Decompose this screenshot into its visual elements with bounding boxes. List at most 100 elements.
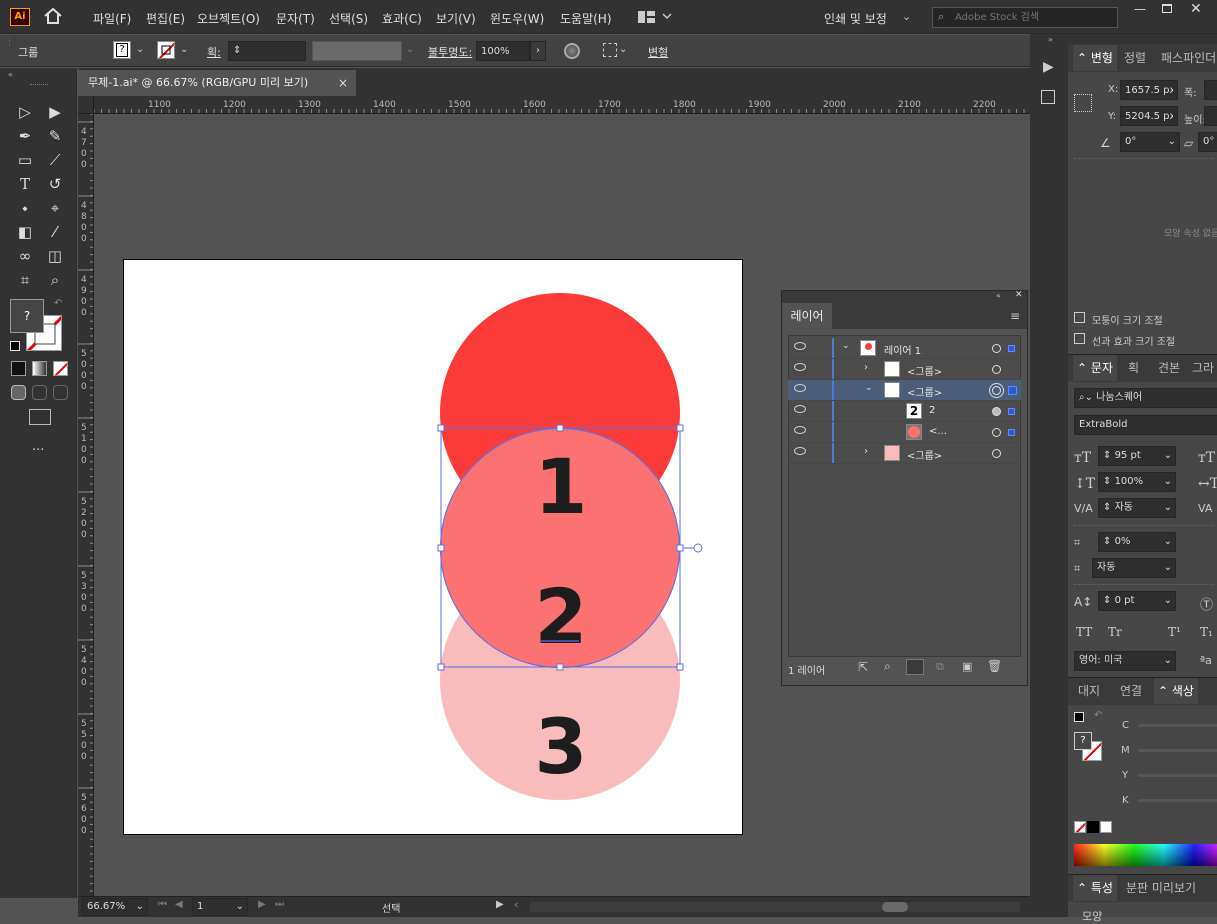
none-swatch[interactable] (1074, 821, 1086, 833)
maximize-icon[interactable] (1162, 4, 1172, 13)
chevron-right-icon[interactable]: › (864, 446, 868, 457)
target-icon[interactable] (992, 449, 1001, 458)
chevron-right-icon[interactable]: › (864, 362, 868, 373)
visibility-eye-icon[interactable] (794, 405, 806, 413)
selection-indicator[interactable] (1008, 345, 1015, 352)
tab-artboards[interactable]: 대지 (1078, 678, 1100, 704)
close-icon[interactable]: ✕ (1015, 290, 1023, 300)
color-spectrum[interactable] (1074, 844, 1217, 866)
collapse-icon[interactable]: » (1048, 35, 1053, 44)
cyan-slider[interactable] (1138, 724, 1217, 727)
tab-separations-preview[interactable]: 분판 미리보기 (1126, 875, 1196, 901)
layer-name[interactable]: <그룹> (907, 384, 942, 399)
layer-row-selected[interactable]: ⌄ <그룹> (788, 380, 1021, 401)
locate-object-icon[interactable]: ⌕ (884, 659, 891, 674)
x-input[interactable] (1120, 80, 1178, 100)
artboard-number-select[interactable]: 1 ⌄ (192, 898, 248, 916)
layer-row[interactable]: 2 2 (788, 401, 1021, 422)
all-caps-button[interactable]: TT (1076, 625, 1092, 639)
panel-menu-icon[interactable]: ≡ (1010, 309, 1020, 323)
default-colors-icon[interactable] (1074, 712, 1084, 722)
rotate-angle-select[interactable]: 0° ⌄ (1120, 132, 1180, 152)
small-caps-button[interactable]: Tr (1108, 625, 1122, 639)
close-window-icon[interactable]: ✕ (1190, 1, 1202, 17)
font-family-select[interactable]: ⌕⌄ 나눔스퀘어 (1074, 388, 1217, 408)
minimize-icon[interactable]: — (1134, 2, 1146, 16)
subscript-button[interactable]: T₁ (1200, 625, 1213, 639)
tab-align[interactable]: 정렬 (1124, 45, 1146, 71)
selection-indicator[interactable] (1008, 408, 1015, 415)
black-swatch[interactable] (1087, 821, 1099, 833)
circle-2-label[interactable]: 2 (535, 572, 588, 661)
circle-3-label[interactable]: 3 (535, 702, 588, 791)
language-select[interactable]: 영어: 미국 ⌄ (1074, 651, 1176, 671)
selection-indicator[interactable] (1008, 429, 1015, 436)
chevron-down-icon[interactable]: ⌄ (865, 383, 873, 393)
font-size-input[interactable]: ⇕ 95 pt ⌄ (1098, 446, 1176, 466)
target-icon[interactable] (992, 428, 1001, 437)
target-icon[interactable] (992, 365, 1001, 374)
selection-indicator[interactable] (1008, 386, 1017, 395)
tsume-input[interactable]: ⇕ 0% ⌄ (1098, 532, 1176, 552)
horizontal-scrollbar[interactable] (530, 902, 1020, 912)
question-fill-icon[interactable]: ? (1074, 732, 1092, 750)
target-icon[interactable] (992, 407, 1001, 416)
tab-color[interactable]: ⌃ 색상 (1154, 678, 1198, 704)
clipping-mask-icon[interactable] (906, 659, 924, 675)
collapse-icon[interactable]: « (996, 291, 1001, 300)
target-icon[interactable] (992, 386, 1001, 395)
visibility-eye-icon[interactable] (794, 447, 806, 455)
swap-arrow-icon[interactable]: ↶ (1094, 710, 1102, 721)
new-sublayer-icon[interactable]: ⧉ (936, 660, 944, 674)
magenta-slider[interactable] (1138, 749, 1217, 752)
tab-stroke[interactable]: 획 (1128, 355, 1139, 381)
new-layer-icon[interactable]: ▣ (962, 660, 972, 673)
y-input[interactable] (1120, 106, 1178, 126)
play-action-icon[interactable]: ▶ (1043, 59, 1054, 75)
scroll-left-icon[interactable]: ‹ (514, 898, 518, 911)
visibility-eye-icon[interactable] (794, 384, 806, 392)
layer-name[interactable]: <그룹> (907, 447, 942, 462)
scale-strokes-checkbox[interactable] (1074, 333, 1085, 344)
visibility-eye-icon[interactable] (794, 342, 806, 350)
circle-1-label[interactable]: 1 (535, 442, 588, 531)
visibility-eye-icon[interactable] (794, 363, 806, 371)
tab-transform[interactable]: ⌃ 변형 (1073, 45, 1117, 71)
layer-row[interactable]: › <그룹> (788, 359, 1021, 380)
tab-attributes[interactable]: ⌃ 특성 (1073, 875, 1117, 901)
previous-artboard-icon[interactable]: ◀ (175, 899, 183, 910)
tab-gradient[interactable]: 그라 (1192, 355, 1214, 381)
layer-name[interactable]: <... (929, 426, 947, 437)
visibility-eye-icon[interactable] (794, 426, 806, 434)
height-input[interactable] (1204, 106, 1217, 126)
tab-character[interactable]: ⌃ 문자 (1073, 355, 1117, 381)
layer-name[interactable]: 레이어 1 (884, 342, 921, 357)
black-slider[interactable] (1138, 799, 1217, 802)
chevron-down-icon[interactable]: ⌄ (842, 341, 850, 351)
tab-links[interactable]: 연결 (1120, 678, 1142, 704)
panel-icon[interactable] (1041, 90, 1055, 104)
superscript-button[interactable]: T¹ (1168, 625, 1181, 639)
zoom-select[interactable]: 66.67% ⌄ (82, 898, 148, 916)
layer-row[interactable]: › <그룹> (788, 443, 1021, 464)
layers-tab[interactable]: 레이어 (782, 303, 832, 329)
aki-select[interactable]: 자동 ⌄ (1092, 558, 1176, 578)
layer-row[interactable]: <... (788, 422, 1021, 443)
target-icon[interactable] (992, 344, 1001, 353)
layer-row[interactable]: ⌄ 레이어 1 (788, 338, 1021, 359)
white-swatch[interactable] (1100, 821, 1112, 833)
scrollbar-thumb[interactable] (882, 902, 908, 912)
kerning-input[interactable]: ⇕ 자동 ⌄ (1098, 498, 1176, 518)
baseline-shift-input[interactable]: ⇕ 0 pt ⌄ (1098, 591, 1176, 611)
reference-point-icon[interactable] (1074, 94, 1092, 112)
appearance-tab[interactable]: 모양 (1082, 908, 1102, 924)
scale-corners-checkbox[interactable] (1074, 312, 1085, 323)
tab-swatches[interactable]: 견본 (1158, 355, 1180, 381)
tab-pathfinder[interactable]: 패스파인더 (1161, 45, 1216, 71)
layer-name[interactable]: 2 (929, 405, 935, 416)
last-artboard-icon[interactable]: ⏭ (275, 899, 284, 910)
trash-icon[interactable]: 🗑 (987, 659, 1002, 673)
next-artboard-icon[interactable]: ▶ (258, 899, 266, 910)
vertical-scale-input[interactable]: ⇕ 100% ⌄ (1098, 472, 1176, 492)
font-style-select[interactable]: ExtraBold (1074, 415, 1217, 435)
